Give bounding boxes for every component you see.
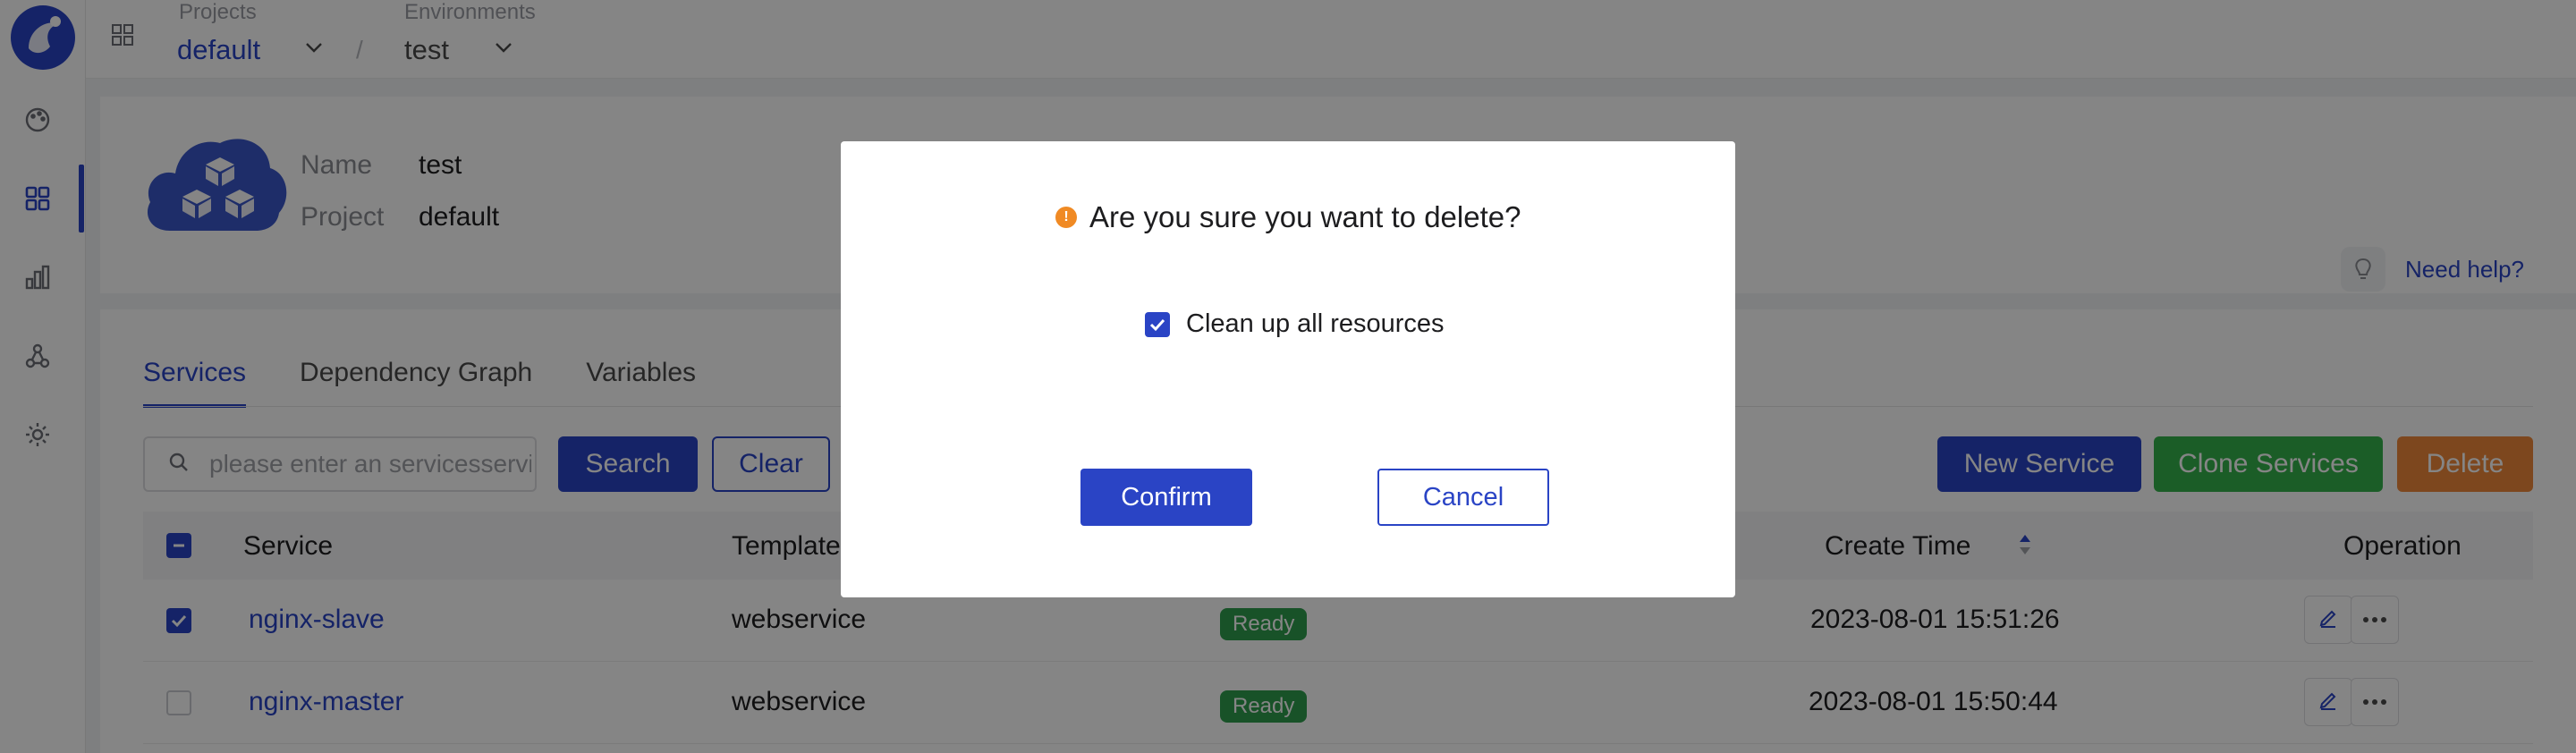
dialog-title-text: Are you sure you want to delete? (1089, 200, 1521, 233)
cleanup-resources-label[interactable]: Clean up all resources (1186, 309, 1445, 339)
cleanup-resources-option[interactable]: Clean up all resources (1145, 309, 1445, 339)
cancel-button[interactable]: Cancel (1377, 469, 1549, 526)
warning-icon: ! (1055, 207, 1077, 228)
delete-confirm-dialog: ! Are you sure you want to delete? Clean… (841, 141, 1735, 597)
dialog-title: ! Are you sure you want to delete? (1055, 200, 1521, 234)
confirm-button[interactable]: Confirm (1080, 469, 1252, 526)
cleanup-resources-checkbox[interactable] (1145, 311, 1170, 337)
